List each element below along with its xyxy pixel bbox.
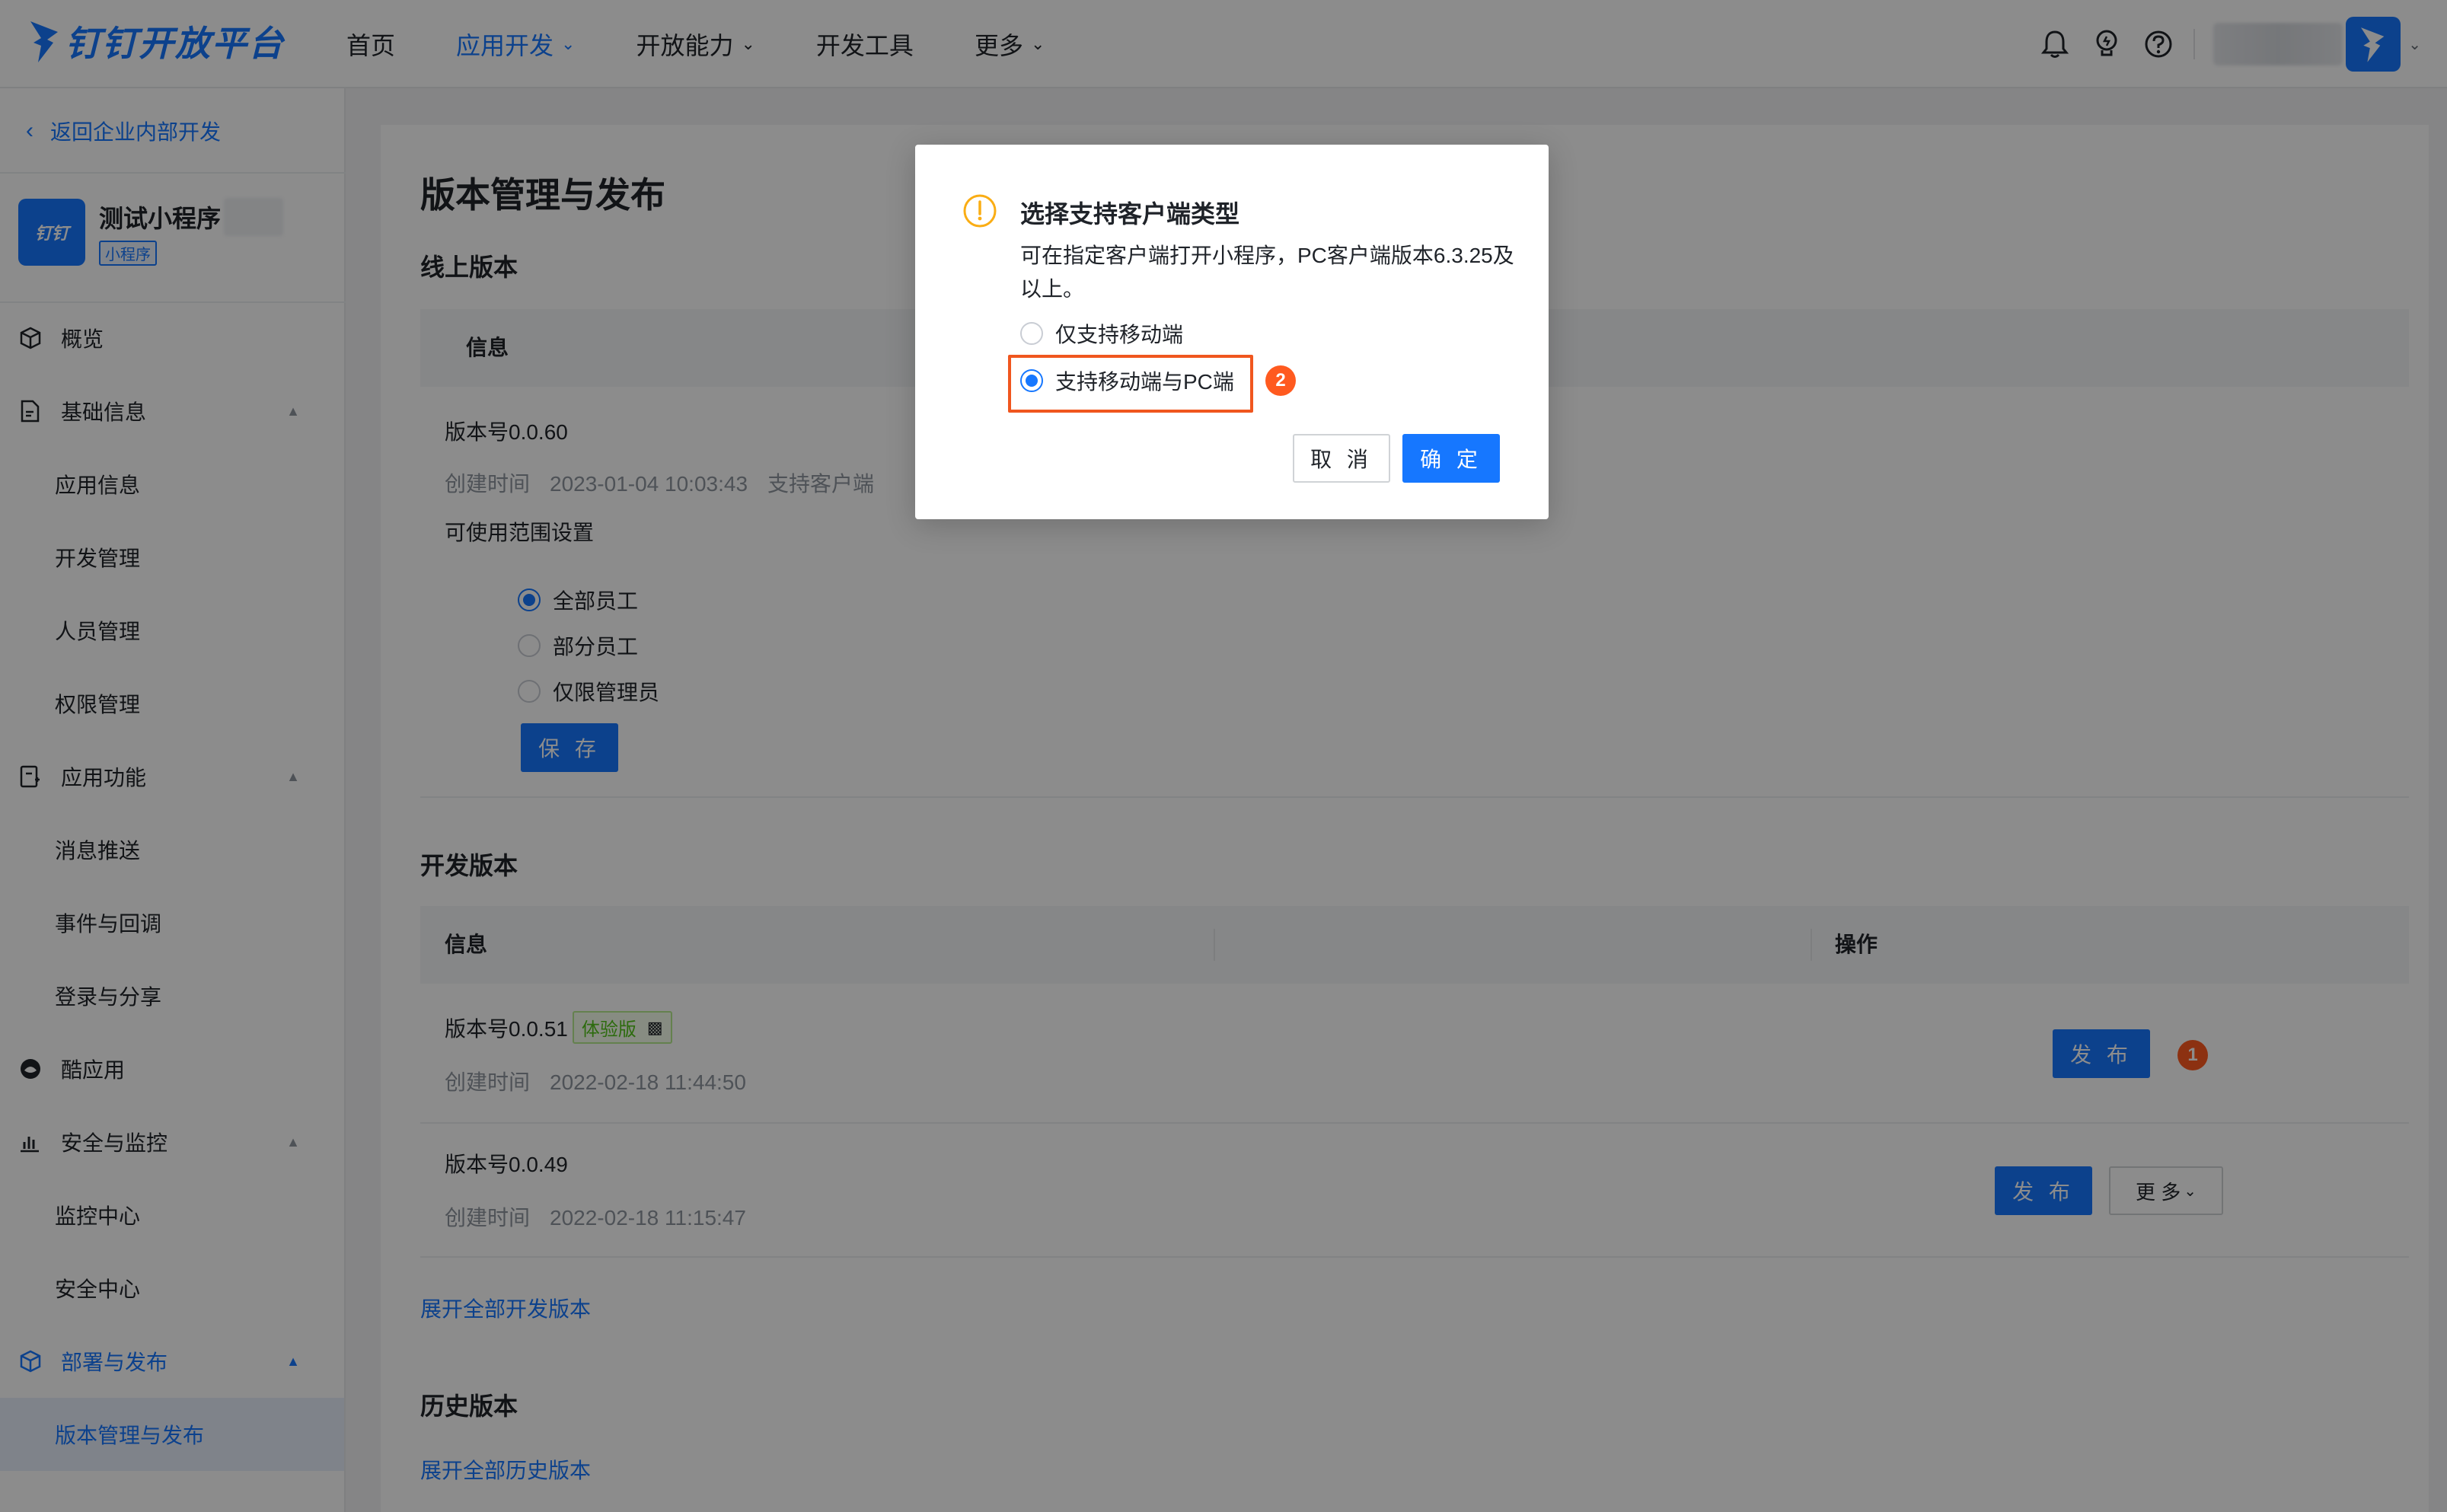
radio-unchecked[interactable] — [1020, 322, 1043, 345]
option-label: 支持移动端与PC端 — [1055, 370, 1234, 394]
client-type-modal: 选择支持客户端类型 可在指定客户端打开小程序，PC客户端版本6.3.25及以上。… — [915, 145, 1549, 519]
option-label: 仅支持移动端 — [1055, 323, 1184, 346]
warning-icon — [963, 194, 997, 228]
step-badge-2: 2 — [1265, 365, 1296, 396]
confirm-button[interactable]: 确 定 — [1402, 434, 1500, 483]
modal-title: 选择支持客户端类型 — [1020, 200, 1240, 228]
modal-description: 可在指定客户端打开小程序，PC客户端版本6.3.25及以上。 — [1020, 244, 1514, 301]
cancel-button[interactable]: 取 消 — [1293, 434, 1390, 483]
option-mobile-and-pc[interactable]: 支持移动端与PC端 — [1020, 365, 1234, 396]
option-mobile-only[interactable]: 仅支持移动端 — [1020, 318, 1183, 349]
radio-checked[interactable] — [1020, 369, 1043, 392]
